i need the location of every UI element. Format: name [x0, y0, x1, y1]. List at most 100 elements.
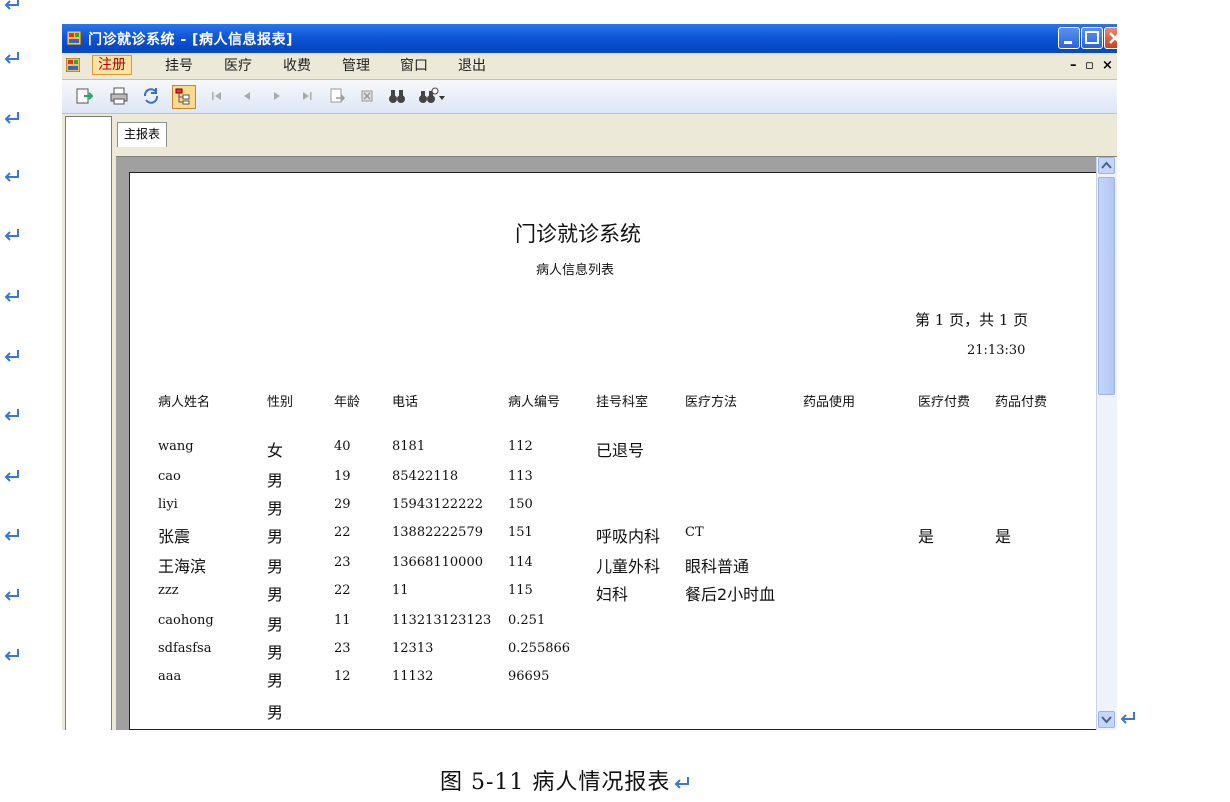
table-cell: 眼科普通 [685, 557, 750, 576]
table-cell: 11 [392, 583, 409, 598]
table-cell: 女 [267, 441, 284, 460]
tree-icon [175, 88, 190, 105]
menu-window[interactable]: 窗口 [400, 56, 428, 76]
previous-page-button[interactable] [237, 86, 257, 106]
column-header: 电话 [392, 395, 419, 410]
table-cell: 妇科 [596, 585, 629, 604]
mdi-child-icon[interactable] [66, 58, 80, 72]
group-tree-toggle-button[interactable] [172, 85, 196, 109]
report-frame: 门诊就诊系统 病人信息列表 第 1 页，共 1 页 21:13:30 病人姓名 性… [116, 156, 1117, 730]
paragraph-return-mark [2, 168, 22, 184]
table-cell: aaa [158, 669, 182, 684]
paragraph-return-mark [2, 407, 22, 423]
table-cell: 23 [334, 641, 351, 656]
paragraph-return-mark [2, 110, 22, 126]
paragraph-return-mark [2, 647, 22, 663]
table-cell: 112 [508, 439, 533, 454]
scroll-thumb[interactable] [1098, 177, 1115, 395]
goto-page-icon [330, 88, 346, 103]
refresh-button[interactable] [141, 86, 161, 106]
goto-page-button[interactable] [327, 86, 347, 106]
table-cell: 151 [508, 525, 533, 540]
minimize-icon [1064, 41, 1072, 44]
menu-billing[interactable]: 收费 [283, 56, 311, 76]
report-time: 21:13:30 [967, 343, 1026, 358]
table-cell: 96695 [508, 669, 550, 684]
column-header: 药品使用 [803, 395, 856, 410]
table-cell: 113213123123 [392, 613, 492, 628]
next-page-button[interactable] [267, 86, 287, 106]
column-header: 医疗方法 [685, 395, 738, 410]
table-cell: 13882222579 [392, 525, 483, 540]
export-button[interactable] [74, 86, 94, 106]
table-cell: 男 [267, 703, 284, 722]
table-cell: 11 [334, 613, 351, 628]
table-cell: wang [158, 439, 194, 454]
close-button[interactable] [1104, 27, 1117, 49]
table-cell: 男 [267, 527, 284, 546]
table-cell: 29 [334, 497, 351, 512]
menu-medical[interactable]: 医疗 [224, 56, 252, 76]
export-icon [76, 88, 94, 104]
paragraph-return-mark [1118, 710, 1138, 726]
table-cell: 12313 [392, 641, 434, 656]
table-cell: 19 [334, 469, 351, 484]
print-button[interactable] [109, 86, 129, 106]
table-cell: 0.255866 [508, 641, 571, 656]
stop-button[interactable] [357, 86, 377, 106]
tab-main-report[interactable]: 主报表 [117, 122, 168, 147]
table-cell: 是 [918, 527, 935, 546]
table-cell: 11132 [392, 669, 434, 684]
table-cell: 男 [267, 471, 284, 490]
table-cell: CT [685, 525, 704, 540]
mdi-minimize-button[interactable]: – [1070, 58, 1077, 73]
table-cell: 40 [334, 439, 351, 454]
table-cell: 餐后2小时血 [685, 585, 776, 604]
minimize-button[interactable] [1058, 27, 1080, 49]
chevron-down-icon [1101, 716, 1112, 724]
last-page-button[interactable] [297, 86, 317, 106]
table-cell: cao [158, 469, 181, 484]
report-page: 门诊就诊系统 病人信息列表 第 1 页，共 1 页 21:13:30 病人姓名 性… [129, 172, 1097, 730]
zoom-dropdown-button[interactable] [417, 86, 447, 106]
binoculars-icon [389, 90, 405, 103]
mdi-restore-button[interactable]: ▫ [1085, 58, 1094, 73]
title-bar[interactable]: 门诊就诊系统 - [病人信息报表] [62, 24, 1117, 53]
menu-registration[interactable]: 挂号 [165, 56, 193, 76]
find-button[interactable] [387, 86, 407, 106]
paragraph-return-mark [2, 468, 22, 484]
group-tree-pane[interactable] [65, 116, 112, 730]
scroll-down-button[interactable] [1098, 711, 1115, 728]
table-cell: 男 [267, 557, 284, 576]
report-viewer: 主报表 门诊就诊系统 病人信息列表 第 1 页，共 1 页 21:13:30 病… [114, 116, 1117, 730]
first-page-button[interactable] [207, 86, 227, 106]
table-cell: 13668110000 [392, 555, 483, 570]
table-cell: 男 [267, 643, 284, 662]
table-cell: 23 [334, 555, 351, 570]
column-header: 年龄 [334, 395, 361, 410]
menu-register[interactable]: 注册 [92, 55, 132, 75]
table-cell: 114 [508, 555, 533, 570]
maximize-button[interactable] [1081, 27, 1103, 49]
table-cell: 男 [267, 585, 284, 604]
zoom-icon [419, 87, 445, 103]
column-header: 性别 [267, 395, 294, 410]
menu-exit[interactable]: 退出 [458, 56, 486, 76]
report-toolbar [62, 80, 1117, 114]
column-header: 病人编号 [508, 395, 561, 410]
paragraph-return-mark [2, 348, 22, 364]
report-subtitle: 病人信息列表 [536, 263, 615, 278]
table-cell: 儿童外科 [596, 557, 661, 576]
printer-icon [110, 87, 128, 105]
mdi-close-button[interactable]: × [1102, 58, 1113, 73]
paragraph-return-mark [675, 777, 690, 789]
paragraph-return-mark [2, 288, 22, 304]
scroll-up-button[interactable] [1098, 157, 1115, 174]
table-cell: 22 [334, 583, 351, 598]
table-cell: 0.251 [508, 613, 546, 628]
first-page-icon [212, 92, 221, 100]
refresh-icon [143, 88, 159, 104]
page-info: 第 1 页，共 1 页 [915, 311, 1029, 329]
vertical-scrollbar[interactable] [1096, 157, 1117, 730]
menu-management[interactable]: 管理 [342, 56, 370, 76]
